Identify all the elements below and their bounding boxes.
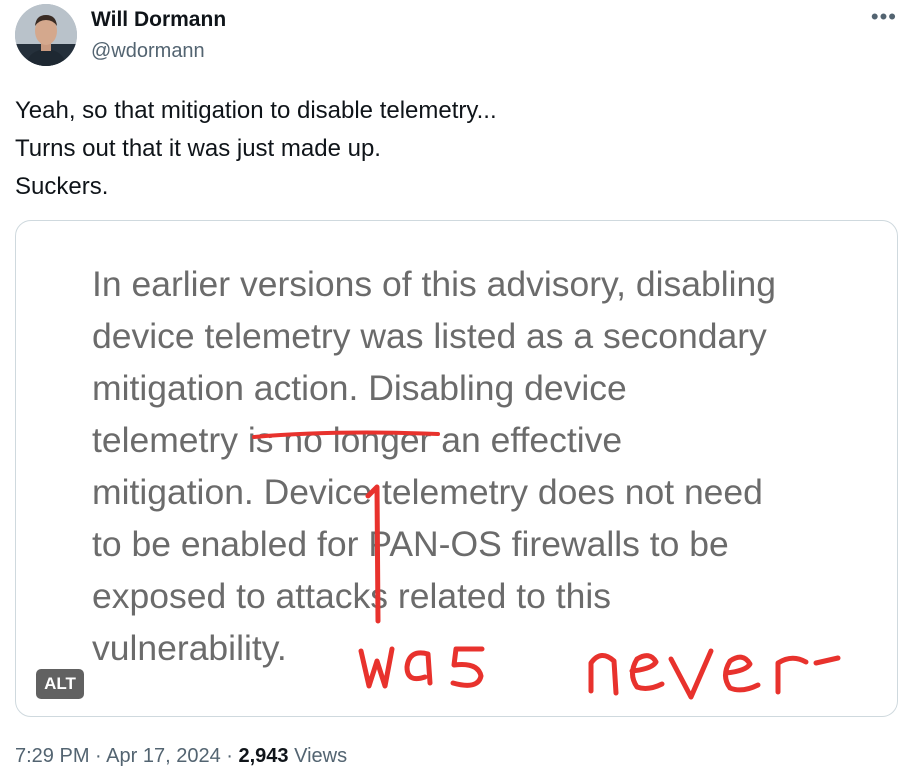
alt-text-button[interactable]: ALT	[36, 669, 84, 699]
advisory-line: device telemetry was listed as a seconda…	[92, 316, 767, 356]
advisory-line: to be enabled for PAN-OS firewalls to be	[92, 524, 729, 564]
advisory-line: In earlier versions of this advisory, di…	[92, 264, 777, 304]
author-handle[interactable]: @wdormann	[91, 40, 205, 63]
tweet-line: Turns out that it was just made up.	[15, 135, 381, 162]
more-horizontal-icon[interactable]: •••	[871, 4, 897, 30]
advisory-line: telemetry is no longer an effective	[92, 420, 623, 460]
advisory-text: In earlier versions of this advisory, di…	[92, 258, 776, 674]
avatar[interactable]	[15, 4, 77, 66]
tweet-text: Yeah, so that mitigation to disable tele…	[15, 92, 497, 206]
tweet-metadata: 7:29 PM · Apr 17, 2024 · 2,943 Views	[15, 745, 347, 768]
tweet-line: Suckers.	[15, 173, 109, 200]
tweet-line: Yeah, so that mitigation to disable tele…	[15, 97, 497, 124]
separator: ·	[226, 745, 233, 767]
author-name[interactable]: Will Dormann	[91, 8, 226, 32]
advisory-line: exposed to attacks related to this	[92, 576, 611, 616]
separator: ·	[95, 745, 102, 767]
tweet-time[interactable]: 7:29 PM	[15, 745, 89, 767]
advisory-line: mitigation. Device telemetry does not ne…	[92, 472, 763, 512]
views-count: 2,943	[238, 745, 289, 767]
tweet-date[interactable]: Apr 17, 2024	[106, 745, 221, 767]
avatar-image	[15, 4, 77, 66]
advisory-line: vulnerability.	[92, 628, 287, 668]
advisory-line: mitigation action. Disabling device	[92, 368, 627, 408]
media-image[interactable]: In earlier versions of this advisory, di…	[15, 220, 898, 717]
views-label: Views	[294, 745, 348, 767]
